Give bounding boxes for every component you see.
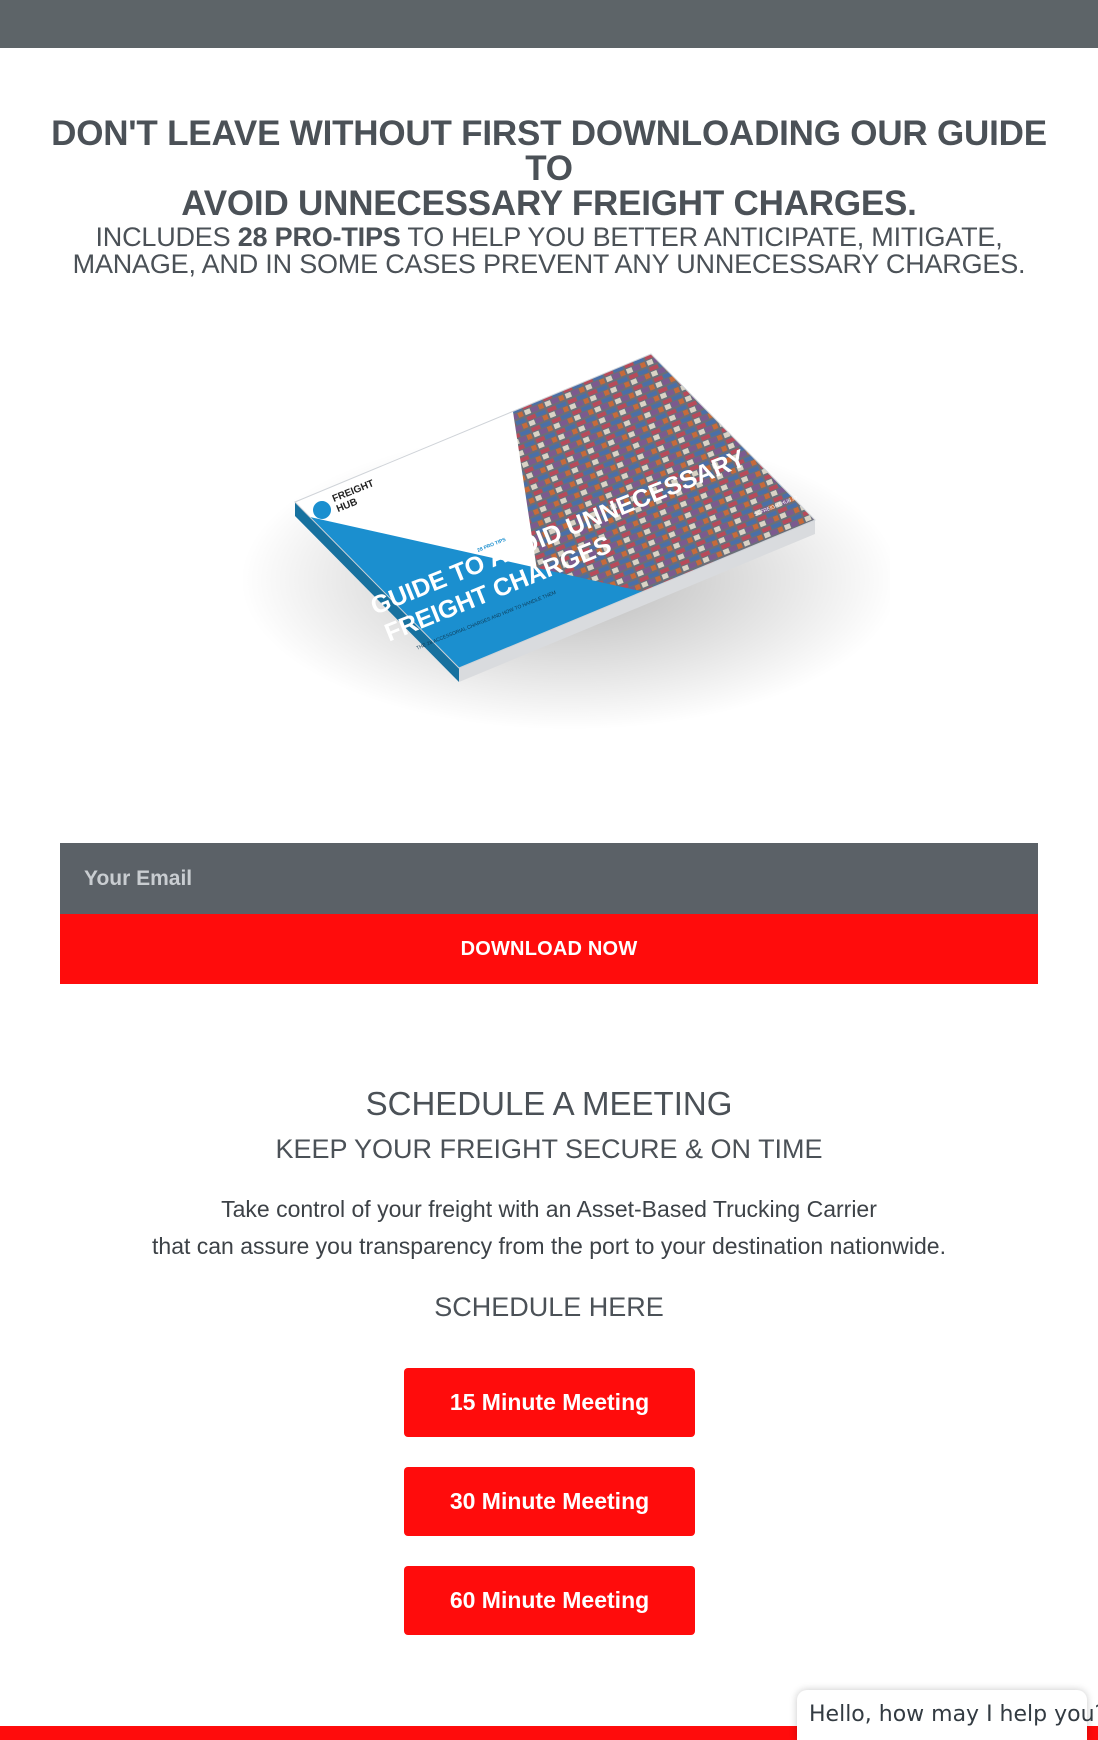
schedule-title: SCHEDULE A MEETING [365,1085,733,1122]
subline-suffix-2: MANAGE, AND IN SOME CASES PREVENT ANY UN… [72,249,1026,279]
schedule-description: Take control of your freight with an Ass… [0,1191,1098,1265]
email-input[interactable] [60,843,1038,914]
subline-bold: 28 PRO-TIPS [237,222,401,252]
subline-suffix-1: TO HELP YOU BETTER ANTICIPATE, MITIGATE, [400,222,1003,252]
meeting-15-min-button[interactable]: 15 Minute Meeting [404,1368,695,1437]
guide-book-cover: FREIGHT HUB 28 PRO TIPS GUIDE TO AVOID U… [240,353,890,730]
schedule-subtitle: KEEP YOUR FREIGHT SECURE & ON TIME [275,1134,823,1164]
schedule-here-label: SCHEDULE HERE [434,1292,664,1322]
guide-book-image: FREIGHT HUB 28 PRO TIPS GUIDE TO AVOID U… [210,330,890,790]
headline: DON'T LEAVE WITHOUT FIRST DOWNLOADING OU… [40,116,1058,221]
top-header-bar [0,0,1098,48]
schedule-description-line-2: that can assure you transparency from th… [152,1233,946,1259]
subline-prefix: INCLUDES [95,222,238,252]
download-now-button[interactable]: DOWNLOAD NOW [60,914,1038,984]
headline-bold-2: AVOID UNNECESSARY FREIGHT CHARGES. [181,184,917,223]
schedule-description-line-1: Take control of your freight with an Ass… [221,1196,877,1222]
meeting-60-min-button[interactable]: 60 Minute Meeting [404,1566,695,1635]
headline-prefix: DON'T LEAVE WITHOUT FIRST DOWNLOADING OU… [51,114,938,153]
subheadline: INCLUDES 28 PRO-TIPS TO HELP YOU BETTER … [40,224,1058,278]
chat-widget-bubble[interactable]: Hello, how may I help you? [797,1690,1098,1740]
meeting-30-min-button[interactable]: 30 Minute Meeting [404,1467,695,1536]
